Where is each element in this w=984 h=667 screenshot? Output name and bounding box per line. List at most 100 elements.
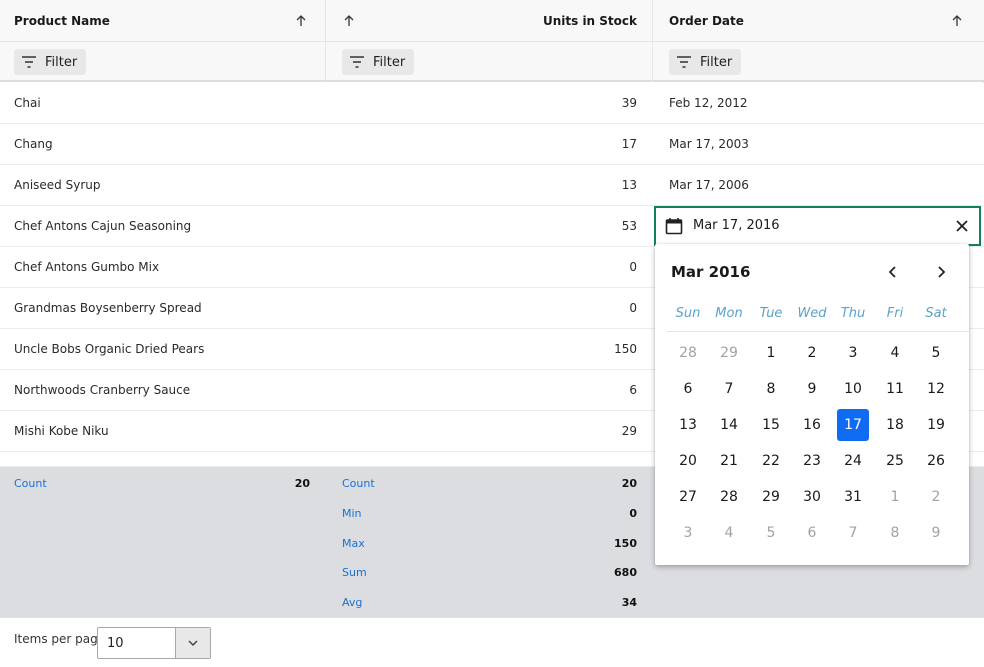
date-editor[interactable]: Mar 17, 2016	[654, 206, 981, 246]
cell-product-name[interactable]: Chang	[14, 124, 53, 164]
sort-ascending-icon[interactable]	[294, 14, 308, 28]
weekday-header: Sat	[925, 306, 947, 321]
chevron-left-icon	[888, 266, 896, 278]
calendar-day[interactable]: 8	[879, 517, 911, 549]
calendar-day[interactable]: 26	[920, 445, 952, 477]
calendar-day[interactable]: 7	[713, 373, 745, 405]
previous-month-button[interactable]	[883, 262, 903, 282]
cell-product-name[interactable]: Chef Antons Gumbo Mix	[14, 247, 159, 287]
calendar-day[interactable]: 19	[920, 409, 952, 441]
weekday-header: Mon	[715, 306, 743, 321]
sort-ascending-icon[interactable]	[342, 14, 356, 28]
calendar-day[interactable]: 18	[879, 409, 911, 441]
column-header-order-date[interactable]: Order Date	[669, 0, 964, 42]
calendar-day[interactable]: 22	[755, 445, 787, 477]
calendar-day[interactable]: 9	[796, 373, 828, 405]
cell-product-name[interactable]: Chai	[14, 83, 41, 123]
items-per-page-toggle[interactable]	[175, 628, 210, 658]
calendar-day[interactable]: 29	[755, 481, 787, 513]
calendar-day[interactable]: 24	[837, 445, 869, 477]
calendar-day[interactable]: 11	[879, 373, 911, 405]
summary-label: Count	[14, 477, 47, 490]
calendar-day[interactable]: 30	[796, 481, 828, 513]
cell-order-date[interactable]: Mar 17, 2003	[669, 124, 749, 164]
cell-units[interactable]: 17	[340, 124, 637, 164]
calendar-day[interactable]: 12	[920, 373, 952, 405]
weekday-header: Thu	[840, 306, 866, 321]
next-month-button[interactable]	[931, 262, 951, 282]
summary-label: Avg	[342, 596, 363, 609]
calendar-day[interactable]: 16	[796, 409, 828, 441]
cell-product-name[interactable]: Uncle Bobs Organic Dried Pears	[14, 329, 204, 369]
summary-value: 150	[614, 537, 637, 550]
calendar-month-title[interactable]: Mar 2016	[671, 263, 750, 281]
calendar-day[interactable]: 2	[796, 337, 828, 369]
summary-label: Min	[342, 507, 362, 520]
table-row[interactable]: Aniseed Syrup 13 Mar 17, 2006	[0, 165, 984, 206]
cell-order-date[interactable]: Feb 12, 2012	[669, 83, 748, 123]
summary-value: 20	[621, 477, 637, 490]
cell-units[interactable]: 39	[340, 83, 637, 123]
items-per-page-select[interactable]: 10	[97, 627, 211, 659]
calendar-day[interactable]: 5	[920, 337, 952, 369]
cell-product-name[interactable]: Northwoods Cranberry Sauce	[14, 370, 190, 410]
calendar-day-selected[interactable]: 17	[837, 409, 869, 441]
summary-value: 34	[621, 596, 637, 609]
calendar-day[interactable]: 13	[672, 409, 704, 441]
weekday-divider	[667, 331, 969, 332]
calendar-day[interactable]: 25	[879, 445, 911, 477]
table-row[interactable]: Chai 39 Feb 12, 2012	[0, 83, 984, 124]
calendar-day[interactable]: 27	[672, 481, 704, 513]
calendar-day[interactable]: 2	[920, 481, 952, 513]
filter-label: Filter	[700, 54, 733, 70]
calendar-day[interactable]: 4	[879, 337, 911, 369]
cell-order-date[interactable]: Mar 17, 2006	[669, 165, 749, 205]
calendar-day[interactable]: 1	[879, 481, 911, 513]
column-header-product-name[interactable]: Product Name	[14, 0, 314, 42]
calendar-day[interactable]: 3	[837, 337, 869, 369]
calendar-day[interactable]: 21	[713, 445, 745, 477]
cell-product-name[interactable]: Aniseed Syrup	[14, 165, 100, 205]
cell-units[interactable]: 150	[340, 329, 637, 369]
calendar-day[interactable]: 6	[796, 517, 828, 549]
calendar-day[interactable]: 31	[837, 481, 869, 513]
calendar-day[interactable]: 15	[755, 409, 787, 441]
column-header-units-in-stock[interactable]: Units in Stock	[342, 0, 637, 42]
cell-product-name[interactable]: Grandmas Boysenberry Spread	[14, 288, 202, 328]
calendar-day[interactable]: 4	[713, 517, 745, 549]
cell-units[interactable]: 29	[340, 411, 637, 451]
calendar-day[interactable]: 5	[755, 517, 787, 549]
calendar-day[interactable]: 14	[713, 409, 745, 441]
cell-product-name[interactable]: Mishi Kobe Niku	[14, 411, 109, 451]
calendar-day[interactable]: 28	[713, 481, 745, 513]
date-input[interactable]: Mar 17, 2016	[693, 208, 780, 244]
filter-button-order-date[interactable]: Filter	[669, 49, 742, 75]
calendar-day[interactable]: 7	[837, 517, 869, 549]
filter-button-product-name[interactable]: Filter	[14, 49, 87, 75]
calendar-day[interactable]: 9	[920, 517, 952, 549]
close-icon[interactable]	[953, 217, 971, 235]
cell-units[interactable]: 13	[340, 165, 637, 205]
calendar-popup: Mar 2016 Sun Mon Tue Wed Thu Fri Sat 28 …	[655, 244, 969, 565]
calendar-day[interactable]: 10	[837, 373, 869, 405]
summary-value: 0	[629, 507, 637, 520]
calendar-day[interactable]: 1	[755, 337, 787, 369]
cell-product-name[interactable]: Chef Antons Cajun Seasoning	[14, 206, 191, 246]
cell-units[interactable]: 0	[340, 247, 637, 287]
cell-units[interactable]: 0	[340, 288, 637, 328]
summary-label: Sum	[342, 566, 367, 579]
sort-ascending-icon[interactable]	[950, 14, 964, 28]
calendar-icon[interactable]	[664, 216, 684, 236]
filter-button-units-in-stock[interactable]: Filter	[342, 49, 415, 75]
cell-units[interactable]: 6	[340, 370, 637, 410]
calendar-day[interactable]: 3	[672, 517, 704, 549]
calendar-day[interactable]: 28	[672, 337, 704, 369]
calendar-day[interactable]: 8	[755, 373, 787, 405]
calendar-day[interactable]: 20	[672, 445, 704, 477]
cell-units[interactable]: 53	[340, 206, 637, 246]
calendar-day[interactable]: 6	[672, 373, 704, 405]
calendar-day[interactable]: 29	[713, 337, 745, 369]
table-row[interactable]: Chang 17 Mar 17, 2003	[0, 124, 984, 165]
filter-row: Filter Filter Filter	[0, 42, 984, 82]
calendar-day[interactable]: 23	[796, 445, 828, 477]
